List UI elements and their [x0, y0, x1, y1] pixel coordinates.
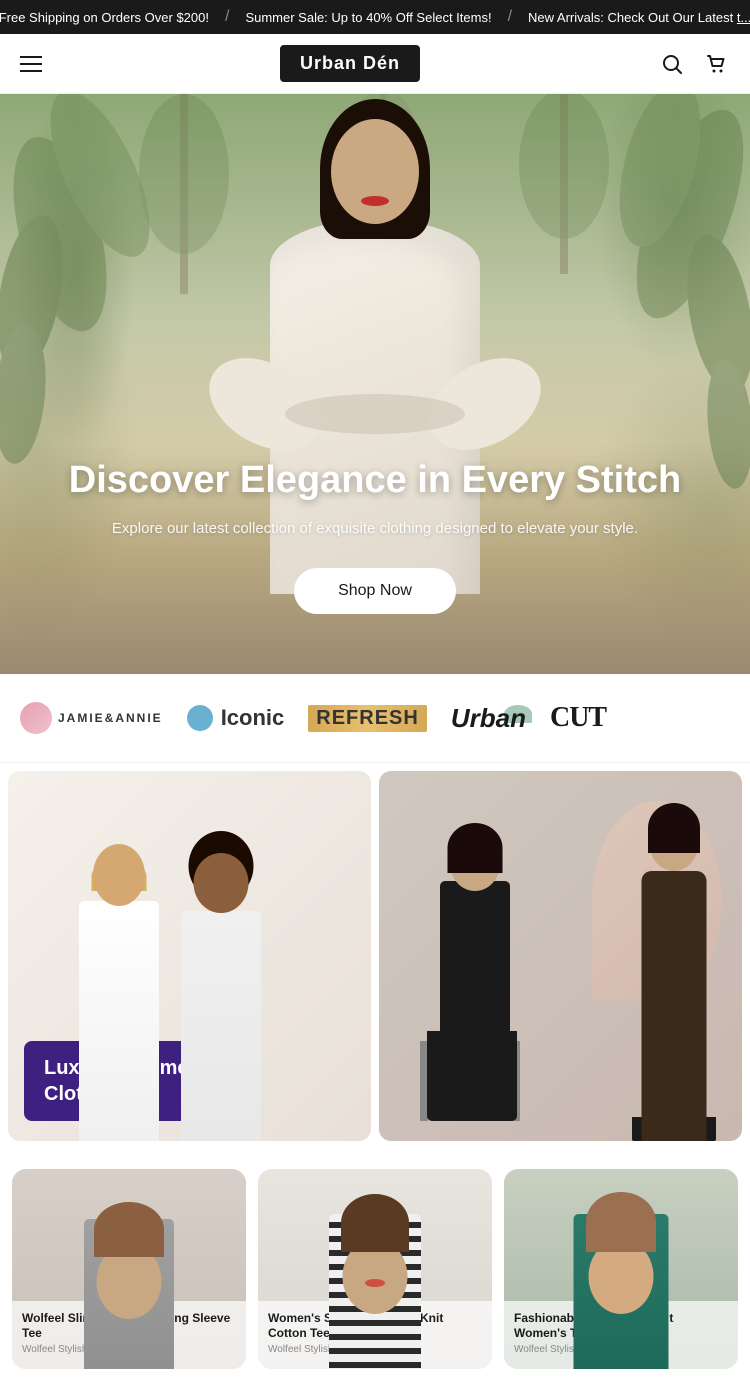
- brands-section: JAMIE&ANNIE Iconic REFRESH Urban CUT: [0, 674, 750, 763]
- announcement-text-1: Free Shipping on Orders Over $200!: [0, 10, 225, 25]
- category-grid: Luxury Summer Clothing: [0, 763, 750, 1149]
- category-card-right-bg: [379, 771, 742, 1141]
- brand-jamie-label: JAMIE&ANNIE: [58, 711, 163, 725]
- shop-now-button[interactable]: Shop Now: [294, 568, 456, 614]
- hero-section: Discover Elegance in Every Stitch Explor…: [0, 94, 750, 674]
- brand-jamie-circle: [20, 702, 52, 734]
- announcement-link[interactable]: t...: [737, 10, 750, 25]
- figure-standing: [624, 821, 724, 1141]
- announcement-text-3: New Arrivals: Check Out Our Latest t...: [512, 10, 750, 25]
- logo[interactable]: Urban Dén: [280, 45, 420, 82]
- cart-icon[interactable]: [702, 50, 730, 78]
- brand-urban: Urban: [451, 703, 526, 734]
- announcement-bar: Free Shipping on Orders Over $200! / Sum…: [0, 0, 750, 34]
- products-section: Wolfeel Slim Turtleneck Long Sleeve Tee …: [0, 1149, 750, 1389]
- announcement-text-2: Summer Sale: Up to 40% Off Select Items!: [229, 10, 507, 25]
- brand-refresh-label: REFRESH: [316, 707, 419, 729]
- product-card-2[interactable]: Women's Summer Striped Knit Cotton Tee W…: [258, 1169, 492, 1369]
- product-card-3[interactable]: Fashionable Solid Loose Fit Women's Top …: [504, 1169, 738, 1369]
- hero-title: Discover Elegance in Every Stitch: [30, 458, 720, 504]
- brand-iconic: Iconic: [187, 705, 285, 731]
- products-grid: Wolfeel Slim Turtleneck Long Sleeve Tee …: [12, 1169, 738, 1369]
- header-icons: [658, 50, 730, 78]
- category-card-contemporary[interactable]: [379, 771, 742, 1141]
- brand-refresh: REFRESH: [308, 705, 427, 732]
- brand-iconic-circle: [187, 705, 213, 731]
- hero-subtitle: Explore our latest collection of exquisi…: [30, 518, 720, 541]
- product-card-1[interactable]: Wolfeel Slim Turtleneck Long Sleeve Tee …: [12, 1169, 246, 1369]
- brand-cut-label: CUT: [550, 702, 606, 733]
- hero-content: Discover Elegance in Every Stitch Explor…: [0, 458, 750, 614]
- category-card-luxury[interactable]: Luxury Summer Clothing: [8, 771, 371, 1141]
- figure-seated: [415, 841, 535, 1121]
- brand-iconic-label: Iconic: [221, 705, 285, 731]
- search-icon[interactable]: [658, 50, 686, 78]
- menu-button[interactable]: [20, 56, 42, 72]
- brand-jamie-annie: JAMIE&ANNIE: [20, 702, 163, 734]
- header: Urban Dén: [0, 34, 750, 94]
- brand-cut: CUT: [550, 702, 606, 734]
- brand-urban-label: Urban: [451, 703, 526, 734]
